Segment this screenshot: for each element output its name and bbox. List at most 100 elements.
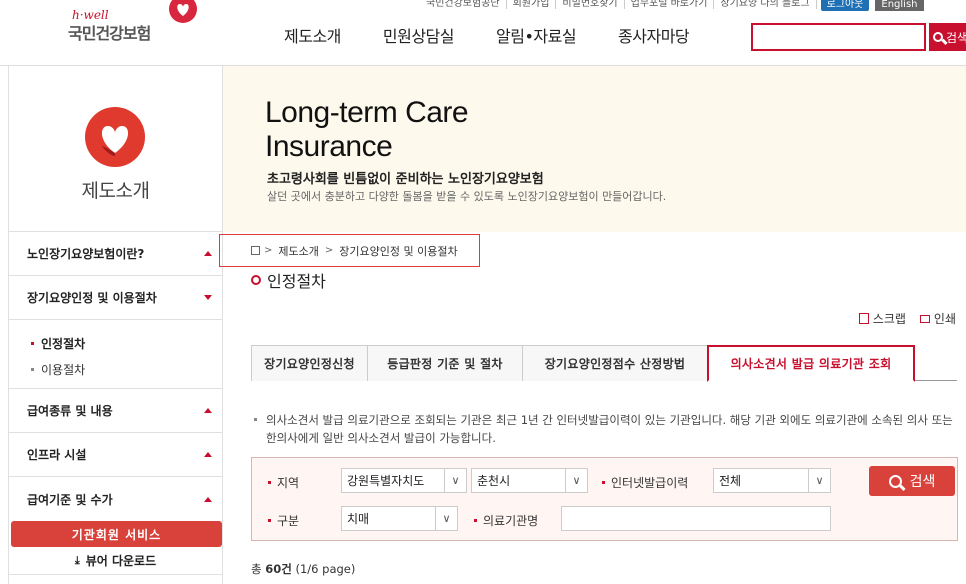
history-label-text: 인터넷발급이력 bbox=[611, 476, 689, 490]
sidebar-item-label: 급여종류 및 내용 bbox=[27, 404, 113, 418]
sidebar-header: 제도소개 bbox=[9, 66, 222, 232]
info-note-text: 의사소견서 발급 의료기관으로 조회되는 기관은 최근 1년 간 인터넷발급이력… bbox=[266, 413, 953, 445]
sidebar-item-infrastructure[interactable]: 인프라 시설 bbox=[9, 433, 222, 477]
download-icon: ⤓ bbox=[74, 553, 80, 567]
type-select-value: 치매 bbox=[347, 512, 370, 526]
city-select-value: 춘천시 bbox=[477, 474, 511, 488]
chevron-down-icon: ∨ bbox=[444, 469, 466, 492]
header-search-input[interactable] bbox=[751, 23, 926, 51]
page-title-text: 인정절차 bbox=[267, 272, 326, 291]
viewer-download-label: 뷰어 다운로드 bbox=[85, 554, 157, 568]
title-ring-icon bbox=[251, 275, 261, 285]
tab-grade-criteria[interactable]: 등급판정 기준 및 절차 bbox=[367, 345, 523, 381]
banner-title-line2: Insurance bbox=[265, 130, 393, 163]
chevron-right-icon: > bbox=[324, 245, 334, 256]
search-form: 지역 강원특별자치도 ∨ 춘천시 ∨ 인터넷발급이력 전체 ∨ 검색 구분 치매… bbox=[251, 457, 958, 541]
tab-ltc-application[interactable]: 장기요양인정신청 bbox=[251, 345, 368, 381]
type-label: 구분 bbox=[268, 512, 299, 529]
tab-bar: 장기요양인정신청 등급판정 기준 및 절차 장기요양인정점수 산정방법 의사소견… bbox=[251, 345, 957, 382]
chevron-up-icon bbox=[204, 251, 212, 256]
chevron-down-icon: ∨ bbox=[435, 507, 457, 530]
breadcrumb-item[interactable]: 제도소개 bbox=[278, 243, 318, 259]
header-search-button[interactable]: 검색 bbox=[929, 23, 966, 51]
chevron-up-icon bbox=[204, 496, 212, 502]
printer-icon bbox=[919, 314, 930, 323]
info-note: 의사소견서 발급 의료기관으로 조회되는 기관은 최근 1년 간 인터넷발급이력… bbox=[254, 411, 958, 447]
total-prefix: 총 bbox=[251, 562, 262, 576]
banner-description: 살던 곳에서 충분하고 다양한 돌봄을 받을 수 있도록 노인장기요양보험이 만… bbox=[267, 190, 667, 203]
sidebar-sub-item-usage[interactable]: 이용절차 bbox=[31, 356, 222, 382]
bullet-icon bbox=[602, 481, 605, 484]
result-total: 총 60건 (1/6 page) bbox=[251, 561, 355, 577]
search-icon bbox=[933, 32, 943, 42]
hero-banner: Long-term Care Insurance 초고령사회를 빈틈없이 준비하… bbox=[223, 66, 966, 232]
type-label-text: 구분 bbox=[277, 514, 300, 528]
member-service-button[interactable]: 기관회원 서비스 bbox=[11, 521, 222, 547]
region-label: 지역 bbox=[268, 474, 299, 491]
hospital-name-label: 의료기관명 bbox=[474, 512, 538, 529]
logo-heart-icon bbox=[169, 0, 197, 23]
breadcrumb: > 제도소개 > 장기요양인정 및 이용절차 bbox=[219, 234, 480, 267]
page-title: 인정절차 bbox=[251, 268, 326, 292]
print-button[interactable]: 인쇄 bbox=[919, 310, 956, 327]
bullet-icon bbox=[268, 519, 271, 522]
region-select[interactable]: 강원특별자치도 ∨ bbox=[341, 468, 467, 493]
region-select-value: 강원특별자치도 bbox=[347, 474, 425, 488]
search-button[interactable]: 검색 bbox=[869, 466, 955, 496]
sidebar-item-label: 노인장기요양보험이란? bbox=[27, 247, 145, 261]
total-pages: (1/6 page) bbox=[295, 562, 356, 576]
bullet-icon bbox=[474, 519, 477, 522]
sidebar-item-label: 급여기준 및 수가 bbox=[27, 492, 113, 507]
history-label: 인터넷발급이력 bbox=[602, 474, 688, 491]
nav-notice-resources[interactable]: 알림•자료실 bbox=[496, 23, 577, 47]
history-select[interactable]: 전체 ∨ bbox=[713, 468, 831, 493]
bullet-icon bbox=[31, 341, 34, 345]
chevron-down-icon bbox=[204, 295, 212, 300]
page-tools: 스크랩 인쇄 bbox=[858, 310, 956, 327]
logo-name: 국민건강보험 bbox=[68, 24, 151, 43]
breadcrumb-item-current[interactable]: 장기요양인정 및 이용절차 bbox=[339, 243, 457, 259]
viewer-download-button[interactable]: ⤓ 뷰어 다운로드 bbox=[9, 547, 222, 575]
logo[interactable]: h·well 국민건강보험 bbox=[68, 0, 208, 48]
sidebar-item-label: 장기요양인정 및 이용절차 bbox=[27, 291, 157, 305]
city-select[interactable]: 춘천시 ∨ bbox=[471, 468, 588, 493]
type-select[interactable]: 치매 ∨ bbox=[341, 506, 458, 531]
tab-medical-institution-search[interactable]: 의사소견서 발급 의료기관 조회 bbox=[707, 345, 915, 382]
search-button-label: 검색 bbox=[909, 474, 936, 490]
sidebar-item-ltc-insurance[interactable]: 노인장기요양보험이란? bbox=[9, 232, 222, 276]
nav-system-intro[interactable]: 제도소개 bbox=[284, 23, 341, 47]
nav-civil-service[interactable]: 민원상담실 bbox=[383, 23, 455, 47]
nav-worker-yard[interactable]: 종사자마당 bbox=[618, 23, 690, 47]
banner-title: Long-term Care Insurance bbox=[265, 96, 469, 164]
scrap-label: 스크랩 bbox=[872, 312, 906, 326]
sidebar-sub-label: 이용절차 bbox=[41, 362, 86, 377]
bullet-icon bbox=[254, 418, 257, 421]
chevron-down-icon: ∨ bbox=[808, 469, 830, 492]
chevron-up-icon bbox=[204, 452, 212, 457]
sidebar-item-label: 인프라 시설 bbox=[27, 448, 87, 462]
scrap-icon bbox=[858, 313, 869, 324]
banner-subtitle: 초고령사회를 빈틈없이 준비하는 노인장기요양보험 bbox=[267, 172, 544, 187]
bullet-icon bbox=[268, 481, 271, 484]
home-icon[interactable] bbox=[251, 246, 260, 255]
sidebar-item-recognition-procedure[interactable]: 장기요양인정 및 이용절차 bbox=[9, 276, 222, 320]
history-select-value: 전체 bbox=[719, 474, 742, 488]
sidebar-title: 제도소개 bbox=[81, 180, 150, 202]
header-search-label: 검색 bbox=[946, 30, 966, 45]
main-nav: 제도소개 민원상담실 알림•자료실 종사자마당 bbox=[284, 23, 731, 47]
sidebar-item-benefit-types[interactable]: 급여종류 및 내용 bbox=[9, 389, 222, 433]
sidebar: 제도소개 노인장기요양보험이란? 장기요양인정 및 이용절차 인정절차 이용절차… bbox=[8, 66, 223, 584]
heart-icon bbox=[85, 107, 145, 167]
search-icon bbox=[888, 474, 902, 488]
hospital-name-input[interactable] bbox=[561, 506, 831, 531]
tab-score-method[interactable]: 장기요양인정점수 산정방법 bbox=[522, 345, 708, 381]
sidebar-item-benefit-standards[interactable]: 급여기준 및 수가 bbox=[9, 477, 222, 521]
bullet-icon bbox=[31, 367, 34, 371]
scrap-button[interactable]: 스크랩 bbox=[858, 310, 906, 327]
chevron-down-icon: ∨ bbox=[565, 469, 587, 492]
sidebar-sub-item-recognition[interactable]: 인정절차 bbox=[31, 330, 222, 356]
sidebar-sub-list: 인정절차 이용절차 bbox=[9, 320, 222, 389]
print-label: 인쇄 bbox=[933, 312, 956, 326]
hospital-name-label-text: 의료기관명 bbox=[483, 514, 539, 528]
header: h·well 국민건강보험 제도소개 민원상담실 알림•자료실 종사자마당 검색 bbox=[0, 0, 966, 66]
